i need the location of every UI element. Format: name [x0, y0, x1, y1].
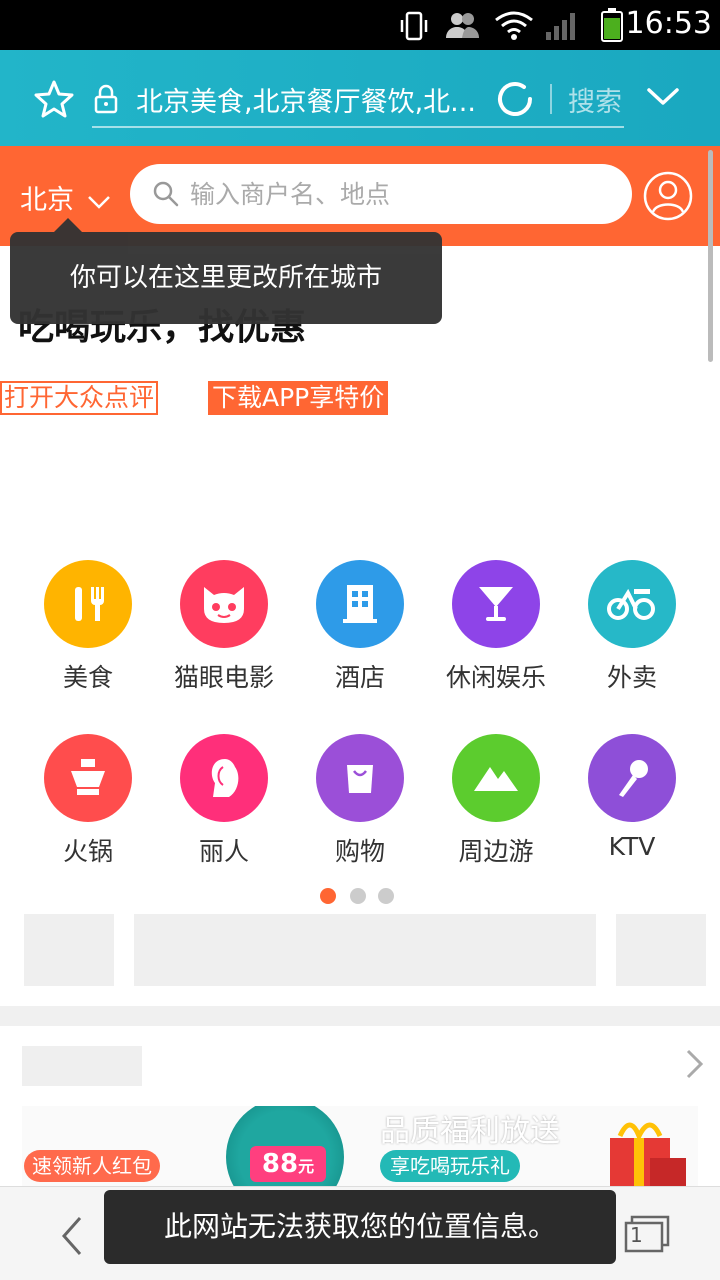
loading-placeholder — [24, 914, 114, 986]
woman-icon — [180, 734, 268, 822]
loading-placeholder — [616, 914, 706, 986]
user-icon[interactable] — [642, 170, 694, 222]
coin-value: 88 — [261, 1149, 299, 1179]
hotpot-icon — [44, 734, 132, 822]
back-arrow-icon[interactable] — [58, 1215, 86, 1257]
category-hotpot[interactable]: 火锅 — [20, 734, 156, 868]
open-app-button[interactable]: 打开大众点评 — [0, 381, 159, 415]
category-shopping[interactable]: 购物 — [292, 734, 428, 868]
category-label: 休闲娱乐 — [445, 663, 546, 692]
gift-box-icon — [610, 1122, 686, 1186]
url-bar-text[interactable]: 北京美食,北京餐厅餐饮,北... — [136, 80, 476, 119]
tab-count: 1 — [630, 1223, 643, 1247]
clock: 16:53 — [625, 6, 712, 41]
site-header: 北京 — [0, 146, 720, 246]
loading-placeholder — [134, 914, 596, 986]
category-label: 购物 — [334, 837, 385, 866]
category-grid: 美食 猫眼电影 酒店 休闲娱乐 外卖 火锅 丽人 购物 周边游 KTV — [0, 534, 720, 1006]
search-box[interactable] — [130, 164, 632, 224]
category-label: 酒店 — [334, 663, 385, 692]
city-name: 北京 — [20, 185, 74, 216]
hotel-icon — [316, 560, 404, 648]
category-travel[interactable]: 周边游 — [428, 734, 564, 868]
category-food[interactable]: 美食 — [20, 560, 156, 694]
search-icon — [153, 181, 179, 207]
scrollbar[interactable] — [708, 150, 713, 362]
search-button[interactable]: 搜索 — [568, 80, 622, 119]
coin-unit: 元 — [298, 1157, 315, 1176]
status-bar: 16:53 — [0, 0, 720, 50]
city-tooltip: 你可以在这里更改所在城市 — [10, 218, 442, 324]
chevron-right-icon[interactable] — [684, 1048, 706, 1080]
location-toast: 此网站无法获取您的位置信息。 — [104, 1190, 616, 1264]
wifi-icon — [495, 11, 533, 40]
url-underline — [92, 126, 624, 128]
search-input[interactable] — [190, 174, 610, 214]
promo-card: 速领新人红包 88元 品质福利放送 享吃喝玩乐礼 — [0, 1026, 720, 1186]
category-takeout[interactable]: 外卖 — [564, 560, 700, 694]
toolbar-divider — [550, 84, 552, 114]
category-label: 外卖 — [606, 663, 657, 692]
promo-title: 品质福利放送 — [380, 1114, 560, 1149]
category-ktv[interactable]: KTV — [564, 734, 700, 861]
vibrate-icon — [400, 11, 428, 41]
browser-toolbar: 北京美食,北京餐厅餐饮,北... 搜索 — [0, 50, 720, 146]
cat-icon — [180, 560, 268, 648]
battery-icon — [601, 8, 623, 42]
category-label: KTV — [608, 832, 656, 861]
promo-banner[interactable]: 速领新人红包 88元 品质福利放送 享吃喝玩乐礼 — [22, 1106, 698, 1186]
delivery-icon — [588, 560, 676, 648]
mountain-icon — [452, 734, 540, 822]
promo-tag[interactable]: 享吃喝玩乐礼 — [380, 1150, 520, 1182]
category-hotel[interactable]: 酒店 — [292, 560, 428, 694]
city-selector[interactable]: 北京 — [20, 178, 111, 217]
lock-icon — [94, 84, 118, 114]
red-packet-badge[interactable]: 速领新人红包 — [24, 1150, 160, 1182]
chevron-down-icon[interactable] — [646, 86, 680, 108]
pager-dot-active[interactable] — [320, 888, 336, 904]
star-icon[interactable] — [34, 80, 74, 118]
category-label: 丽人 — [198, 837, 249, 866]
cocktail-icon — [452, 560, 540, 648]
category-leisure[interactable]: 休闲娱乐 — [428, 560, 564, 694]
refresh-icon[interactable] — [494, 78, 536, 120]
category-label: 火锅 — [62, 837, 113, 866]
microphone-icon — [588, 734, 676, 822]
category-movie[interactable]: 猫眼电影 — [156, 560, 292, 694]
shopping-bag-icon — [316, 734, 404, 822]
download-app-button[interactable]: 下载APP享特价 — [208, 381, 389, 415]
users-icon — [446, 13, 479, 38]
pager-dot[interactable] — [378, 888, 394, 904]
pager-dot[interactable] — [350, 888, 366, 904]
signal-icon — [546, 13, 575, 40]
coupon-coin-icon: 88元 — [226, 1106, 344, 1186]
city-chevron-icon — [87, 195, 110, 209]
category-label: 美食 — [62, 663, 113, 692]
loading-placeholder — [22, 1046, 142, 1086]
category-label: 周边游 — [458, 837, 534, 866]
coin-label: 88元 — [250, 1146, 326, 1182]
category-label: 猫眼电影 — [173, 663, 274, 692]
category-beauty[interactable]: 丽人 — [156, 734, 292, 868]
fork-knife-icon — [44, 560, 132, 648]
